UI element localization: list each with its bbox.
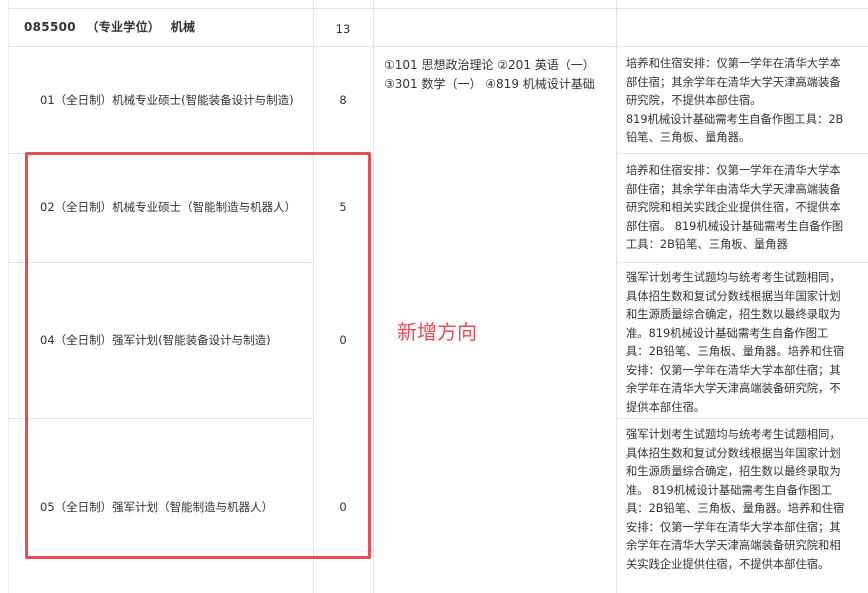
column-divider — [373, 0, 374, 593]
note-line: 强军计划考生试题均与统考考生试题相同， — [626, 428, 841, 441]
row-divider — [8, 8, 868, 9]
row-divider — [8, 46, 868, 47]
exam-subjects: ①101 思想政治理论 ②201 英语（一） ③301 数学（一） ④819 机… — [384, 56, 609, 94]
row-divider — [616, 262, 868, 263]
major-count: 13 — [335, 22, 351, 36]
note-line: 工具：2B铅笔、三角板、量角器 — [626, 238, 788, 251]
column-divider — [8, 0, 9, 593]
exam-subject-line: ③301 数学（一） ④819 机械设计基础 — [384, 77, 595, 91]
note-line: 提供本部住宿。 — [626, 400, 706, 414]
note-line: 和生源质量综合确定，招生数以最终录取为 — [626, 465, 841, 478]
note-line: 研究院，不提供本部住宿。 — [626, 94, 762, 107]
direction-note: 强军计划考生试题均与统考考生试题相同， 具体招生数和复试分数线根据当年国家计划 … — [626, 426, 854, 574]
column-divider — [616, 0, 617, 593]
row-divider — [616, 418, 868, 419]
new-directions-highlight-box — [25, 152, 371, 559]
direction-name: 01（全日制）机械专业硕士(智能装备设计与制造) — [40, 93, 294, 107]
note-line: 部住宿。 819机械设计基础需考生自备作图 — [626, 219, 844, 233]
note-line: 安排：仅第一学年在清华大学本部住宿；其 — [626, 363, 841, 377]
note-line: 余学年在清华大学天津高端装备研究院和相 — [626, 539, 841, 552]
note-line: 819机械设计基础需考生自备作图工具：2B — [626, 112, 844, 126]
note-line: 和生源质量综合确定，招生数以最终录取为 — [626, 308, 841, 321]
note-line: 安排：仅第一学年在清华大学本部住宿；其 — [626, 520, 841, 534]
note-line: 研究院和相关实践企业提供住宿，不提供本 — [626, 201, 841, 214]
major-code: 085500 — [24, 20, 76, 34]
note-line: 具体招生数和复试分数线根据当年国家计划 — [626, 446, 841, 460]
note-line: 具：2B铅笔、三角板、量角器。培养和住宿 — [626, 502, 845, 515]
major-title: 085500 （专业学位） 机械 — [24, 18, 195, 36]
exam-subject-line: ①101 思想政治理论 ②201 英语（一） — [384, 58, 595, 72]
note-line: 具：2B铅笔、三角板、量角器。培养和住宿 — [626, 345, 845, 358]
new-directions-annotation: 新增方向 — [397, 320, 477, 344]
major-name: 机械 — [170, 20, 196, 34]
direction-note: 培养和住宿安排：仅第一学年在清华大学本 部住宿；其余学年由清华大学天津高端装备 … — [626, 162, 854, 255]
major-type: （专业学位） — [86, 20, 161, 34]
direction-note: 强军计划考生试题均与统考考生试题相同， 具体招生数和复试分数线根据当年国家计划 … — [626, 269, 854, 417]
note-line: 具体招生数和复试分数线根据当年国家计划 — [626, 289, 841, 303]
note-line: 铅笔、三角板、量角器。 — [626, 131, 751, 144]
row-divider — [616, 153, 868, 154]
note-line: 部住宿；其余学年由清华大学天津高端装备 — [626, 182, 841, 196]
note-line: 强军计划考生试题均与统考考生试题相同， — [626, 271, 841, 284]
note-line: 关实践企业提供住宿，不提供本部住宿。 — [626, 557, 830, 571]
note-line: 准。 819机械设计基础需考生自备作图工 — [626, 483, 832, 497]
note-line: 培养和住宿安排：仅第一学年在清华大学本 — [626, 164, 841, 177]
note-line: 准。819机械设计基础需考生自备作图工 — [626, 326, 829, 340]
note-line: 部住宿；其余学年在清华大学天津高端装备 — [626, 75, 841, 89]
direction-note: 培养和住宿安排：仅第一学年在清华大学本 部住宿；其余学年在清华大学天津高端装备 … — [626, 55, 854, 148]
note-line: 余学年在清华大学天津高端装备研究院，不 — [626, 382, 841, 395]
direction-count: 8 — [339, 93, 347, 107]
note-line: 培养和住宿安排：仅第一学年在清华大学本 — [626, 57, 841, 70]
